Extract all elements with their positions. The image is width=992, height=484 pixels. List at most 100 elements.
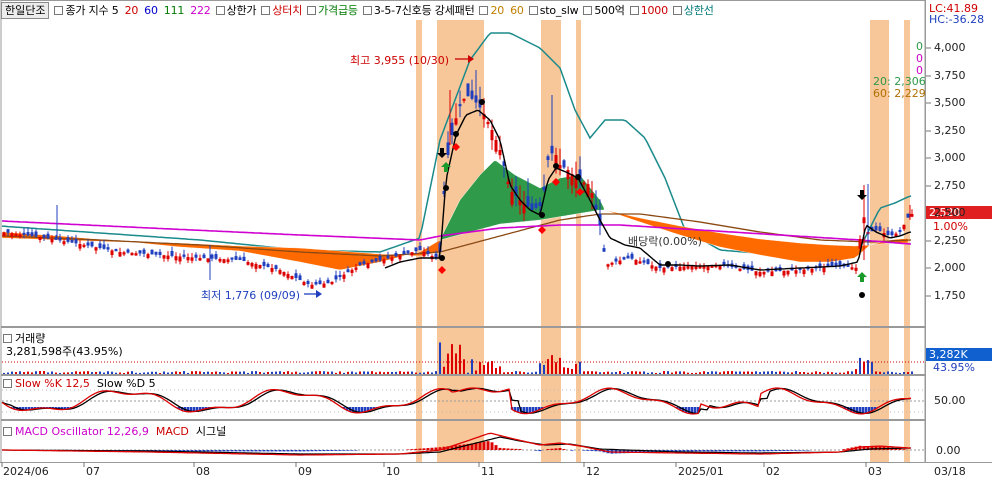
volume-bar: [275, 371, 277, 374]
stoch-axis-tick: 50.00: [934, 394, 966, 407]
indicator-label: 222: [190, 3, 211, 17]
indicator-toggle-9[interactable]: 20: [474, 4, 504, 17]
volume-bar: [383, 372, 385, 374]
volume-bar: [71, 372, 73, 374]
candle-body: [334, 275, 338, 280]
candle-body: [670, 267, 674, 271]
volume-bar: [591, 371, 593, 374]
volume-bar: [191, 371, 193, 374]
chart-canvas[interactable]: [0, 0, 992, 484]
candle-body: [38, 237, 42, 240]
indicator-toggle-6[interactable]: 상터치: [256, 2, 302, 18]
candle-body: [526, 196, 530, 207]
macd-osc-bar: [326, 450, 330, 452]
candle-body: [302, 282, 306, 286]
volume-bar: [79, 371, 81, 374]
indicator-checkbox[interactable]: [261, 5, 271, 15]
volume-bar: [119, 372, 121, 374]
macd-osc-bar: [678, 450, 682, 452]
volume-bar: [611, 372, 613, 374]
indicator-toggle-13[interactable]: 1000: [625, 4, 668, 17]
volume-bar: [607, 371, 609, 374]
stoch-checkbox[interactable]: [3, 379, 12, 388]
indicator-toggle-12[interactable]: 500억: [578, 2, 625, 18]
signal-dot: [439, 255, 445, 261]
indicator-checkbox[interactable]: [307, 5, 317, 15]
volume-bar: [703, 371, 705, 374]
indicator-checkbox[interactable]: [479, 5, 489, 15]
volume-bar: [895, 372, 897, 374]
indicator-toggle-4[interactable]: 222: [190, 3, 211, 17]
volume-bar: [407, 371, 409, 374]
volume-bar: [311, 371, 313, 374]
volume-bar: [419, 372, 421, 374]
volume-bar: [671, 372, 673, 374]
candle-body: [326, 279, 330, 284]
candle-body: [222, 259, 226, 263]
macd-osc-bar: [270, 450, 274, 452]
indicator-toggle-2[interactable]: 60: [144, 4, 158, 17]
indicator-toggle-5[interactable]: 상한가: [211, 2, 257, 18]
indicator-checkbox[interactable]: [528, 5, 538, 15]
macd-osc-bar: [806, 450, 810, 451]
date-tick: 2025/01: [678, 465, 724, 478]
indicator-toggle-11[interactable]: sto_slw: [524, 4, 579, 17]
volume-bar: [859, 357, 861, 374]
indicator-toggle-0[interactable]: 종가 지수 5: [49, 2, 119, 18]
macd-osc-bar: [482, 441, 486, 450]
macd-osc-bar: [554, 448, 558, 450]
signal-dot: [553, 163, 559, 169]
signal-dot: [665, 261, 671, 267]
macd-osc-bar: [222, 450, 226, 452]
indicator-checkbox[interactable]: [54, 5, 64, 15]
candle-body: [402, 250, 406, 255]
volume-bar: [339, 371, 341, 374]
candle-body: [450, 122, 454, 135]
candle-body: [74, 239, 78, 244]
candle-body: [306, 280, 310, 284]
candle-body: [318, 280, 322, 284]
candle-body: [62, 241, 66, 245]
indicator-toggle-3[interactable]: 111: [164, 4, 185, 17]
volume-bar: [255, 371, 257, 374]
indicator-checkbox[interactable]: [583, 5, 593, 15]
macd-osc-bar: [202, 450, 206, 452]
volume-bar: [247, 372, 249, 374]
indicator-checkbox[interactable]: [629, 5, 639, 15]
volume-value: 3,281,598주(43.95%): [6, 345, 123, 358]
volume-bar: [831, 372, 833, 374]
highlight-band: [541, 20, 561, 462]
macd-osc-bar: [510, 448, 514, 450]
volume-checkbox[interactable]: [3, 334, 12, 343]
indicator-toggle-14[interactable]: 상한선: [668, 2, 714, 18]
volume-bar: [503, 372, 505, 374]
volume-bar: [711, 371, 713, 374]
indicator-checkbox[interactable]: [672, 5, 682, 15]
candle-body: [562, 160, 566, 168]
macd-osc-bar: [802, 450, 806, 451]
indicator-checkbox[interactable]: [215, 5, 225, 15]
macd-osc-bar: [434, 447, 438, 450]
candle-body: [94, 247, 98, 251]
volume-bar: [47, 372, 49, 374]
indicator-toggle-10[interactable]: 60: [510, 4, 524, 17]
macd-osc-bar: [266, 450, 270, 452]
indicator-toggle-8[interactable]: 3-5-7신호등 강세패턴: [358, 2, 475, 18]
volume-bar: [775, 371, 777, 374]
volume-bar: [95, 371, 97, 374]
stock-name-button[interactable]: 한일단조: [1, 1, 50, 19]
macd-osc-bar: [586, 450, 590, 451]
candle-body: [878, 226, 882, 231]
candle-body: [822, 267, 826, 273]
volume-bar: [823, 372, 825, 374]
indicator-toggle-7[interactable]: 가격급등: [302, 2, 358, 18]
date-tick: 12: [586, 465, 600, 478]
down-arrow: [857, 190, 867, 200]
candle-body: [30, 232, 34, 236]
indicator-toggle-1[interactable]: 20: [125, 4, 139, 17]
indicator-checkbox[interactable]: [362, 5, 372, 15]
candle-body: [490, 130, 494, 141]
macd-osc-bar: [794, 450, 798, 451]
volume-bar: [363, 371, 365, 374]
macd-checkbox[interactable]: [3, 427, 12, 436]
